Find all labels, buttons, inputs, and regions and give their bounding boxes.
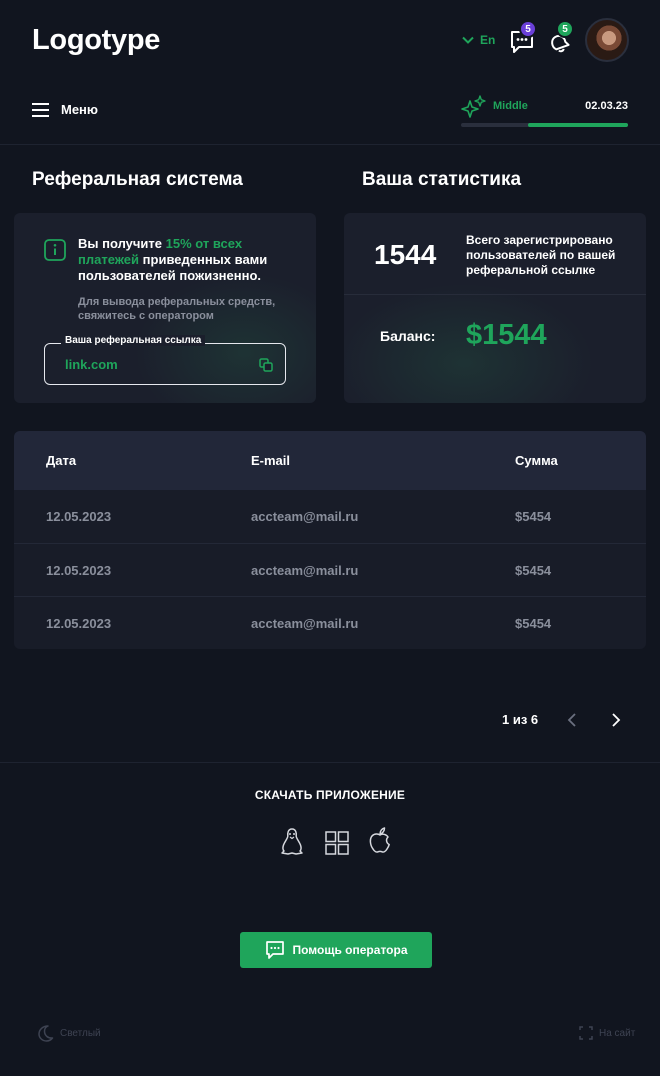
theme-toggle[interactable]: Светлый (36, 1024, 101, 1042)
referral-card: Вы получите 15% от всех платежей приведе… (14, 213, 316, 403)
fullscreen-icon (579, 1026, 593, 1040)
row-date: 12.05.2023 (46, 562, 112, 578)
row-email: accteam@mail.ru (251, 562, 359, 578)
column-amount: Сумма (515, 453, 558, 468)
windows-icon[interactable] (325, 831, 349, 855)
row-amount: $5454 (515, 509, 552, 524)
go-to-site[interactable]: На сайт (579, 1026, 635, 1040)
notifications-button[interactable]: 5 (546, 20, 574, 55)
registered-count: 1544 (374, 239, 437, 270)
row-email: accteam@mail.ru (251, 509, 359, 524)
language-label: En (480, 33, 496, 47)
row-amount: $5454 (515, 562, 552, 578)
download-title: СКАЧАТЬ ПРИЛОЖЕНИЕ (254, 788, 406, 802)
stats-title: Ваша статистика (362, 169, 522, 190)
level-progress-fill (527, 123, 628, 127)
header-divider (0, 144, 660, 145)
column-email: E-mail (251, 453, 291, 468)
balance-label: Баланс: (380, 328, 436, 344)
referral-link-value: link.com (65, 357, 118, 372)
operator-help-button[interactable]: Помощь оператора (240, 932, 432, 968)
referral-description: Вы получите 15% от всех платежей приведе… (78, 236, 268, 283)
row-amount: $5454 (515, 615, 552, 631)
referrals-table: Дата E-mail Сумма 12.05.2023 accteam@mai… (14, 431, 646, 649)
messages-badge: 5 (519, 20, 537, 38)
chevron-left-icon[interactable] (567, 713, 577, 727)
avatar[interactable] (585, 18, 629, 62)
site-label: На сайт (599, 1027, 636, 1039)
stats-card: 1544 Всего зарегистрировано пользователе… (344, 213, 646, 403)
stats-divider (344, 294, 646, 295)
hamburger-icon (32, 102, 49, 117)
table-row: 12.05.2023 accteam@mail.ru $5454 (14, 543, 646, 596)
language-selector[interactable]: En (462, 33, 495, 47)
column-date: Дата (46, 453, 77, 468)
logo[interactable]: Logotype (32, 24, 160, 57)
sparkle-icon (461, 95, 486, 118)
level-date: 02.03.23 (585, 100, 628, 112)
row-date: 12.05.2023 (46, 615, 112, 631)
footer-divider (0, 762, 660, 763)
pagination-label: 1 из 6 (502, 712, 539, 727)
referral-note: Для вывода реферальных средств, свяжитес… (78, 296, 276, 322)
row-email: accteam@mail.ru (251, 615, 359, 631)
level-progress-track (461, 123, 628, 127)
apple-icon[interactable] (368, 826, 392, 854)
copy-icon[interactable] (259, 358, 273, 372)
referral-title: Реферальная система (32, 169, 243, 190)
menu-button[interactable]: Меню (32, 102, 98, 117)
info-icon (44, 239, 66, 261)
linux-icon[interactable] (279, 828, 305, 856)
operator-help-label: Помощь оператора (292, 943, 408, 957)
menu-label: Меню (61, 102, 99, 117)
theme-label: Светлый (60, 1027, 101, 1039)
balance-value: $1544 (466, 319, 547, 351)
messages-button[interactable]: 5 (509, 20, 537, 55)
referral-link-field[interactable]: Ваша реферальная ссылка link.com (44, 335, 286, 385)
chevron-down-icon (462, 36, 474, 44)
chevron-right-icon[interactable] (611, 713, 621, 727)
moon-icon (38, 1025, 54, 1042)
referral-link-label: Ваша реферальная ссылка (61, 335, 206, 346)
table-row: 12.05.2023 accteam@mail.ru $5454 (14, 596, 646, 649)
registered-label: Всего зарегистрировано пользователей по … (466, 233, 616, 277)
row-date: 12.05.2023 (46, 509, 112, 524)
notifications-badge: 5 (556, 20, 574, 38)
chat-icon (265, 941, 284, 959)
table-header: Дата E-mail Сумма (14, 431, 646, 490)
level-label: Middle (493, 100, 528, 112)
table-row: 12.05.2023 accteam@mail.ru $5454 (14, 490, 646, 543)
